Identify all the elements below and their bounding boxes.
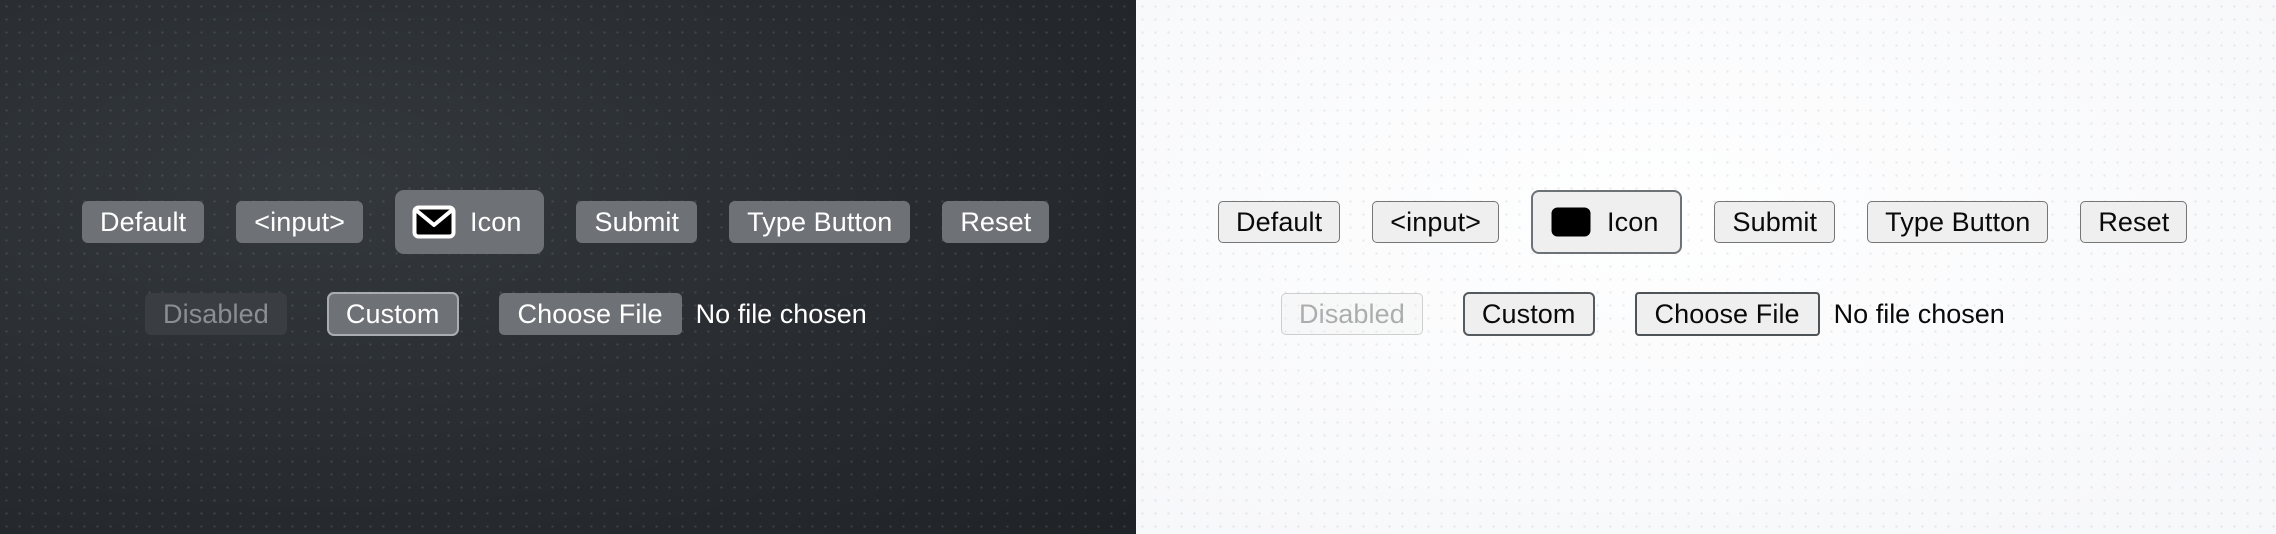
dark-file-input[interactable]: Choose File No file chosen	[498, 293, 867, 335]
dark-type-button[interactable]: Type Button	[729, 201, 911, 243]
light-file-status-text: No file chosen	[1833, 298, 2005, 329]
light-choose-file-button[interactable]: Choose File	[1634, 292, 1820, 336]
light-type-button[interactable]: Type Button	[1867, 201, 2049, 243]
dark-reset-button[interactable]: Reset	[942, 201, 1050, 243]
envelope-icon	[412, 205, 456, 239]
light-icon-button-label: Icon	[1607, 206, 1659, 237]
dark-secondary-button-row: Disabled Custom Choose File No file chos…	[145, 292, 867, 336]
light-submit-button[interactable]: Submit	[1714, 201, 1836, 243]
dark-custom-button[interactable]: Custom	[326, 292, 459, 336]
light-default-button[interactable]: Default	[1218, 201, 1341, 243]
dark-icon-button-label: Icon	[470, 206, 522, 237]
dark-icon-button[interactable]: Icon	[395, 190, 545, 254]
light-disabled-button: Disabled	[1281, 293, 1423, 335]
dark-file-status-text: No file chosen	[695, 298, 867, 329]
dark-choose-file-button[interactable]: Choose File	[498, 293, 682, 335]
dark-panel-rows: Default <input> Icon Submit Type Button …	[0, 0, 1136, 534]
dark-input-button[interactable]: <input>	[236, 201, 364, 243]
light-input-button[interactable]: <input>	[1372, 201, 1500, 243]
light-icon-button[interactable]: Icon	[1531, 190, 1683, 254]
light-secondary-button-row: Disabled Custom Choose File No file chos…	[1281, 292, 2005, 336]
light-file-input[interactable]: Choose File No file chosen	[1634, 292, 2005, 336]
light-panel-rows: Default <input> Icon Submit Type Button …	[1136, 0, 2276, 534]
light-reset-button[interactable]: Reset	[2080, 201, 2188, 243]
dark-theme-panel: Default <input> Icon Submit Type Button …	[0, 0, 1136, 534]
envelope-icon	[1549, 205, 1593, 239]
dark-primary-button-row: Default <input> Icon Submit Type Button …	[82, 190, 1050, 254]
dark-submit-button[interactable]: Submit	[576, 201, 698, 243]
light-primary-button-row: Default <input> Icon Submit Type Button …	[1218, 190, 2188, 254]
button-showcase-stage: Default <input> Icon Submit Type Button …	[0, 0, 2276, 534]
light-custom-button[interactable]: Custom	[1462, 292, 1595, 336]
dark-disabled-button: Disabled	[145, 293, 287, 335]
light-theme-panel: Default <input> Icon Submit Type Button …	[1136, 0, 2276, 534]
dark-default-button[interactable]: Default	[82, 201, 205, 243]
